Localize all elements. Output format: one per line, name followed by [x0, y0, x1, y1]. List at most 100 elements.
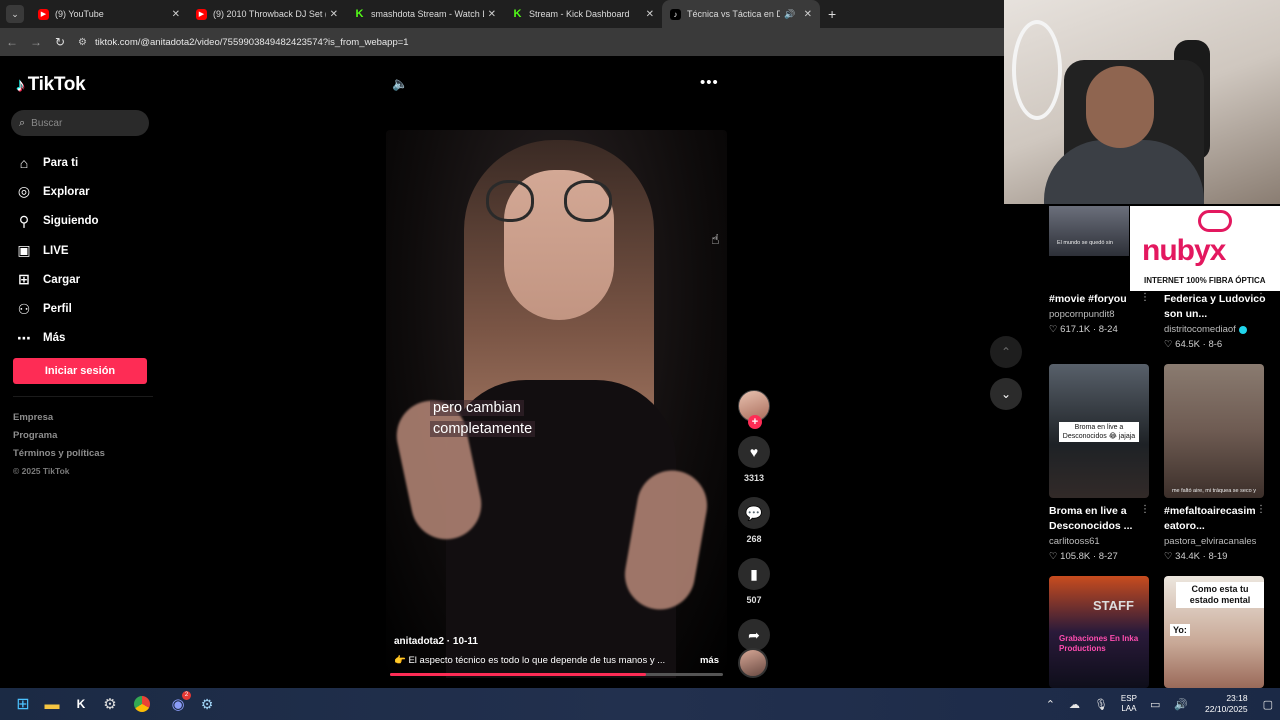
kebab-menu-icon[interactable]: ⋮	[1140, 292, 1150, 303]
sidebar-item-live[interactable]: ▣ LIVE	[15, 236, 99, 265]
cloud-icon[interactable]: ☁	[1069, 698, 1080, 711]
footer-link-programa[interactable]: Programa	[13, 430, 105, 448]
discord-icon[interactable]: ◉ 2	[167, 691, 191, 715]
heart-icon[interactable]: ♥	[738, 436, 770, 468]
language-indicator[interactable]: ESP LAA	[1121, 694, 1137, 714]
file-explorer-icon[interactable]: ▬	[41, 693, 63, 715]
recommendation-thumbnail[interactable]: STAFF Grabaciones En Inka Productions	[1049, 576, 1149, 688]
tab-kick-dashboard[interactable]: K Stream - Kick Dashboard ✕	[504, 0, 662, 28]
close-icon[interactable]: ✕	[172, 9, 180, 20]
speaker-icon[interactable]: 🔊	[1174, 698, 1188, 711]
footer-link-empresa[interactable]: Empresa	[13, 412, 105, 430]
sidebar-item-perfil[interactable]: ⚇ Perfil	[15, 294, 99, 323]
site-info-icon[interactable]: ⚙	[78, 37, 87, 48]
video-progress-bar[interactable]	[390, 673, 723, 676]
clock-date: 22/10/2025	[1205, 704, 1248, 714]
tab-tiktok-video[interactable]: ♪ Técnica vs Táctica en Dota 2 🔊 ✕	[662, 0, 820, 28]
close-icon[interactable]: ✕	[804, 9, 812, 20]
sidebar-item-label: Cargar	[43, 273, 81, 286]
recommendation-thumbnail[interactable]: Como esta tu estado mental Yo:	[1164, 576, 1264, 688]
tab-youtube[interactable]: ▶ (9) YouTube ✕	[30, 0, 188, 28]
clock[interactable]: 23:18 22/10/2025	[1205, 693, 1248, 715]
network-icon[interactable]: ▭	[1150, 698, 1160, 711]
share-icon[interactable]: ➦	[738, 619, 770, 651]
microphone-icon[interactable]: 🎙	[1094, 698, 1108, 711]
more-link[interactable]: más	[700, 655, 719, 666]
kebab-menu-icon[interactable]: ⋮	[1256, 504, 1266, 515]
tab-search-button[interactable]: ⌄	[6, 5, 24, 23]
app-settings-icon[interactable]: ⚙	[99, 693, 121, 715]
more-options-icon[interactable]: •••	[700, 74, 719, 91]
tab-smashdota-stream[interactable]: K smashdota Stream - Watch Live ✕	[346, 0, 504, 28]
recommendation-user: pastora_elviracanales	[1164, 536, 1257, 547]
video-author[interactable]: anitadota2 · 10-11	[394, 636, 478, 647]
close-icon[interactable]: ✕	[488, 9, 496, 20]
more-icon: ⋯	[17, 329, 31, 346]
sidebar-item-siguiendo[interactable]: ⚲ Siguiendo	[15, 207, 99, 236]
tiktok-icon: ♪	[670, 8, 681, 20]
kebab-menu-icon[interactable]: ⋮	[1140, 504, 1150, 515]
sidebar-item-label: Perfil	[43, 303, 72, 316]
sidebar-nav: ⌂ Para ti ◎ Explorar ⚲ Siguiendo ▣ LIVE …	[15, 148, 99, 353]
video-description-text: 👉 El aspecto técnico es todo lo que depe…	[394, 655, 666, 666]
tiktok-logo[interactable]: ♪ TikTok	[16, 74, 86, 96]
verified-badge-icon	[1238, 325, 1247, 334]
tiktok-note-icon: ♪	[16, 74, 25, 95]
app-k-icon[interactable]: K	[70, 693, 92, 715]
footer-link-terminos[interactable]: Términos y políticas	[13, 448, 105, 466]
sidebar-item-label: LIVE	[43, 244, 69, 257]
thumbnail-caption: El mundo se quedó sin	[1057, 240, 1113, 246]
video-description: 👉 El aspecto técnico es todo lo que depe…	[394, 655, 719, 666]
notification-icon[interactable]: ▢	[1263, 698, 1273, 711]
follow-plus-icon[interactable]: +	[748, 415, 762, 429]
video-player[interactable]: pero cambian completamente anitadota2 · …	[386, 130, 727, 678]
search-icon: ⌕	[19, 116, 26, 129]
speaker-icon[interactable]: 🔊	[784, 9, 795, 20]
close-icon[interactable]: ✕	[646, 9, 654, 20]
kick-icon: K	[355, 8, 364, 20]
sidebar-item-label: Para ti	[43, 156, 79, 169]
bookmark-icon[interactable]: ▮	[738, 558, 770, 590]
recommendation-thumbnail[interactable]: me faltó aire, mi tráquea se seco y	[1164, 364, 1264, 498]
screen: ⌄ ▶ (9) YouTube ✕ ▶ (9) 2010 Throwback D…	[0, 0, 1280, 720]
volume-icon[interactable]: 🔈	[392, 76, 408, 92]
recommendation-stats: ♡ 64.5K · 8-6	[1164, 339, 1223, 350]
sidebar-item-cargar[interactable]: ⊞ Cargar	[15, 265, 99, 294]
tab-title: (9) 2010 Throwback DJ Set (Rih	[213, 9, 326, 19]
music-disc-avatar[interactable]	[738, 648, 768, 678]
chrome-icon[interactable]	[134, 696, 150, 712]
reload-icon[interactable]: ↻	[48, 35, 72, 49]
sidebar-item-mas[interactable]: ⋯ Más	[15, 324, 99, 353]
sidebar-item-para-ti[interactable]: ⌂ Para ti	[15, 148, 99, 177]
sidebar-item-label: Explorar	[43, 185, 90, 198]
close-icon[interactable]: ✕	[330, 9, 338, 20]
creator-avatar[interactable]: +	[738, 390, 770, 429]
back-icon[interactable]: ←	[0, 35, 24, 49]
sidebar: ♪ TikTok ⌕ ⌂ Para ti ◎ Explorar ⚲ Siguie…	[0, 58, 160, 688]
video-caption-line: pero cambian	[430, 400, 524, 416]
recommendation-thumbnail[interactable]: El mundo se quedó sin	[1049, 206, 1129, 256]
thumbnail-caption: me faltó aire, mi tráquea se seco y	[1171, 488, 1257, 494]
comment-icon[interactable]: 💬	[738, 497, 770, 529]
like-action: ♥ 3313	[736, 436, 772, 483]
login-button[interactable]: Iniciar sesión	[13, 358, 147, 384]
new-tab-button[interactable]: +	[828, 6, 836, 22]
sidebar-item-label: Siguiendo	[43, 215, 99, 228]
search-input[interactable]	[31, 117, 132, 129]
next-video-button[interactable]: ⌄	[990, 378, 1022, 410]
windows-start-icon[interactable]: ⊞	[12, 693, 34, 715]
system-tray: ⌃ ☁ 🎙 ESP LAA ▭ 🔊 23:18 22/10/2025 ▢	[1039, 688, 1280, 720]
notification-badge: 2	[182, 691, 191, 700]
recommendation-thumbnail[interactable]: Broma en live a Desconocidos 😂 jajaja	[1049, 364, 1149, 498]
search-box[interactable]: ⌕	[11, 110, 149, 136]
chevron-up-icon[interactable]: ⌃	[1046, 698, 1055, 711]
previous-video-button[interactable]: ⌃	[990, 336, 1022, 368]
sidebar-item-explorar[interactable]: ◎ Explorar	[15, 177, 99, 206]
tab-throwback-dj-set[interactable]: ▶ (9) 2010 Throwback DJ Set (Rih ✕	[188, 0, 346, 28]
compass-icon: ◎	[17, 183, 31, 200]
steam-icon[interactable]: ⚙	[196, 693, 218, 715]
tab-title: Stream - Kick Dashboard	[529, 9, 630, 19]
forward-icon[interactable]: →	[24, 35, 48, 49]
address-bar[interactable]: ⚙ tiktok.com/@anitadota2/video/755990384…	[78, 31, 1004, 53]
kebab-menu-icon[interactable]: ⋮	[1256, 292, 1266, 303]
